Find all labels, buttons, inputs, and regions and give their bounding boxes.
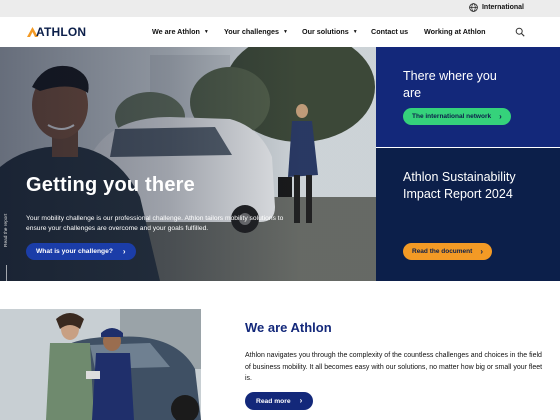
chevron-right-icon: › bbox=[499, 111, 502, 121]
sustainability-report-panel: Athlon Sustainability Impact Report 2024… bbox=[376, 148, 560, 281]
chevron-right-icon: › bbox=[122, 246, 126, 256]
about-title: We are Athlon bbox=[245, 320, 332, 335]
international-network-button[interactable]: The international network › bbox=[403, 108, 511, 125]
nav-item-label: Working at Athlon bbox=[424, 27, 486, 36]
logo-text: ATHLON bbox=[36, 25, 87, 39]
caret-down-icon: ▼ bbox=[203, 28, 209, 35]
nav-menu: We are Athlon ▼ Your challenges ▼ Our so… bbox=[152, 27, 494, 36]
read-the-document-button[interactable]: Read the document › bbox=[403, 243, 492, 260]
caret-down-icon: ▼ bbox=[283, 28, 288, 35]
nav-item-working-at-athlon[interactable]: Working at Athlon bbox=[424, 27, 494, 36]
nav-item-your-challenges[interactable]: Your challenges ▼ bbox=[224, 27, 302, 36]
nav-item-label: Our solutions bbox=[302, 27, 349, 36]
scroll-indicator-line bbox=[6, 265, 7, 281]
chevron-right-icon: › bbox=[299, 396, 303, 405]
language-label: International bbox=[481, 4, 524, 11]
globe-icon bbox=[469, 3, 478, 12]
read-report-side-label[interactable]: Read the report bbox=[4, 214, 9, 247]
nav-item-label: Your challenges bbox=[224, 27, 279, 36]
read-more-button[interactable]: Read more › bbox=[245, 392, 314, 410]
chevron-right-icon: › bbox=[480, 246, 483, 256]
search-icon[interactable] bbox=[515, 27, 525, 37]
button-label: What is your challenge? bbox=[36, 248, 113, 255]
athlon-logo[interactable]: ATHLON bbox=[26, 25, 86, 39]
international-network-panel: There where you are The international ne… bbox=[376, 47, 560, 147]
about-description: Athlon navigates you through the complex… bbox=[245, 352, 543, 382]
nav-item-our-solutions[interactable]: Our solutions ▼ bbox=[302, 27, 371, 36]
nav-item-label: We are Athlon bbox=[152, 27, 200, 36]
hero-banner: Read the report Getting you there Your m… bbox=[0, 47, 376, 281]
nav-item-label: Contact us bbox=[371, 27, 409, 36]
what-is-your-challenge-button[interactable]: What is your challenge? › bbox=[26, 243, 136, 260]
nav-item-contact-us[interactable]: Contact us bbox=[371, 27, 424, 36]
top-utility-bar: International bbox=[0, 0, 560, 17]
caret-down-icon: ▼ bbox=[352, 28, 358, 35]
main-navigation: ATHLON We are Athlon ▼ Your challenges ▼… bbox=[0, 17, 560, 47]
nav-item-we-are-athlon[interactable]: We are Athlon ▼ bbox=[152, 27, 224, 36]
button-label: The international network bbox=[412, 113, 492, 120]
panel-title: Athlon Sustainability Impact Report 2024 bbox=[403, 170, 516, 201]
language-selector[interactable]: International bbox=[469, 3, 524, 12]
button-label: Read more bbox=[256, 397, 291, 405]
about-photo bbox=[0, 309, 201, 420]
button-label: Read the document bbox=[412, 248, 473, 255]
panel-title: There where you are bbox=[403, 69, 497, 100]
hero-title: Getting you there bbox=[26, 174, 195, 196]
hero-description: Your mobility challenge is our professio… bbox=[26, 215, 284, 232]
